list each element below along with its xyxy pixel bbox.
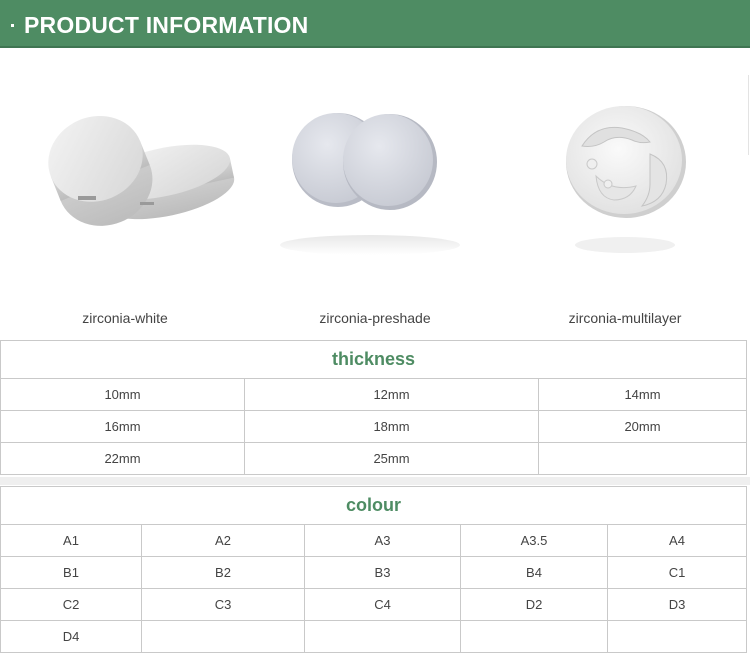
- colour-cell: A2: [141, 524, 305, 557]
- colour-heading: colour: [0, 486, 747, 525]
- thickness-cell: 16mm: [0, 410, 245, 443]
- product-card-zirconia-preshade: zirconia-preshade: [250, 80, 500, 330]
- colour-cell: D3: [607, 588, 747, 621]
- table-row: C2 C3 C4 D2 D3: [0, 588, 747, 621]
- thickness-heading: thickness: [0, 340, 747, 379]
- colour-cell: A3: [304, 524, 461, 557]
- thickness-cell: [538, 442, 747, 475]
- thickness-cell: 12mm: [244, 378, 539, 411]
- product-label: zirconia-white: [82, 310, 168, 326]
- colour-cell: [141, 620, 305, 653]
- product-label: zirconia-preshade: [319, 310, 431, 326]
- colour-cell: C4: [304, 588, 461, 621]
- section-divider: [0, 477, 750, 485]
- product-card-zirconia-multilayer: zirconia-multilayer: [500, 80, 750, 330]
- thickness-cell: 20mm: [538, 410, 747, 443]
- thickness-table: thickness 10mm 12mm 14mm 16mm 18mm 20mm …: [0, 340, 747, 475]
- table-row: A1 A2 A3 A3.5 A4: [0, 524, 747, 557]
- table-row: D4: [0, 620, 747, 653]
- colour-cell: B4: [460, 556, 608, 589]
- colour-cell: [607, 620, 747, 653]
- colour-cell: A1: [0, 524, 142, 557]
- thickness-cell: 22mm: [0, 442, 245, 475]
- table-row: 16mm 18mm 20mm: [0, 410, 747, 443]
- section-title: PRODUCT INFORMATION: [24, 12, 309, 38]
- colour-table: colour A1 A2 A3 A3.5 A4 B1 B2 B3 B4 C1 C…: [0, 486, 747, 653]
- colour-cell: [304, 620, 461, 653]
- table-row: B1 B2 B3 B4 C1: [0, 556, 747, 589]
- colour-cell: D4: [0, 620, 142, 653]
- colour-cell: C2: [0, 588, 142, 621]
- product-label: zirconia-multilayer: [568, 310, 682, 326]
- table-row: 22mm 25mm: [0, 442, 747, 475]
- colour-cell: B3: [304, 556, 461, 589]
- colour-cell: C1: [607, 556, 747, 589]
- colour-cell: C3: [141, 588, 305, 621]
- colour-cell: [460, 620, 608, 653]
- zirconia-multilayer-disc-image: [566, 106, 686, 253]
- colour-cell: B2: [141, 556, 305, 589]
- zirconia-preshade-disc-image: [280, 113, 460, 255]
- thickness-cell: 14mm: [538, 378, 747, 411]
- colour-cell: A4: [607, 524, 747, 557]
- colour-cell: D2: [460, 588, 608, 621]
- section-header: PRODUCT INFORMATION: [0, 0, 750, 48]
- colour-cell: B1: [0, 556, 142, 589]
- thickness-cell: 10mm: [0, 378, 245, 411]
- product-card-zirconia-white: zirconia-white: [0, 80, 250, 330]
- thickness-cell: 25mm: [244, 442, 539, 475]
- thickness-cell: 18mm: [244, 410, 539, 443]
- bullet-dot: [11, 24, 14, 27]
- colour-cell: A3.5: [460, 524, 608, 557]
- zirconia-white-disc-image: [48, 115, 235, 226]
- table-row: 10mm 12mm 14mm: [0, 378, 747, 411]
